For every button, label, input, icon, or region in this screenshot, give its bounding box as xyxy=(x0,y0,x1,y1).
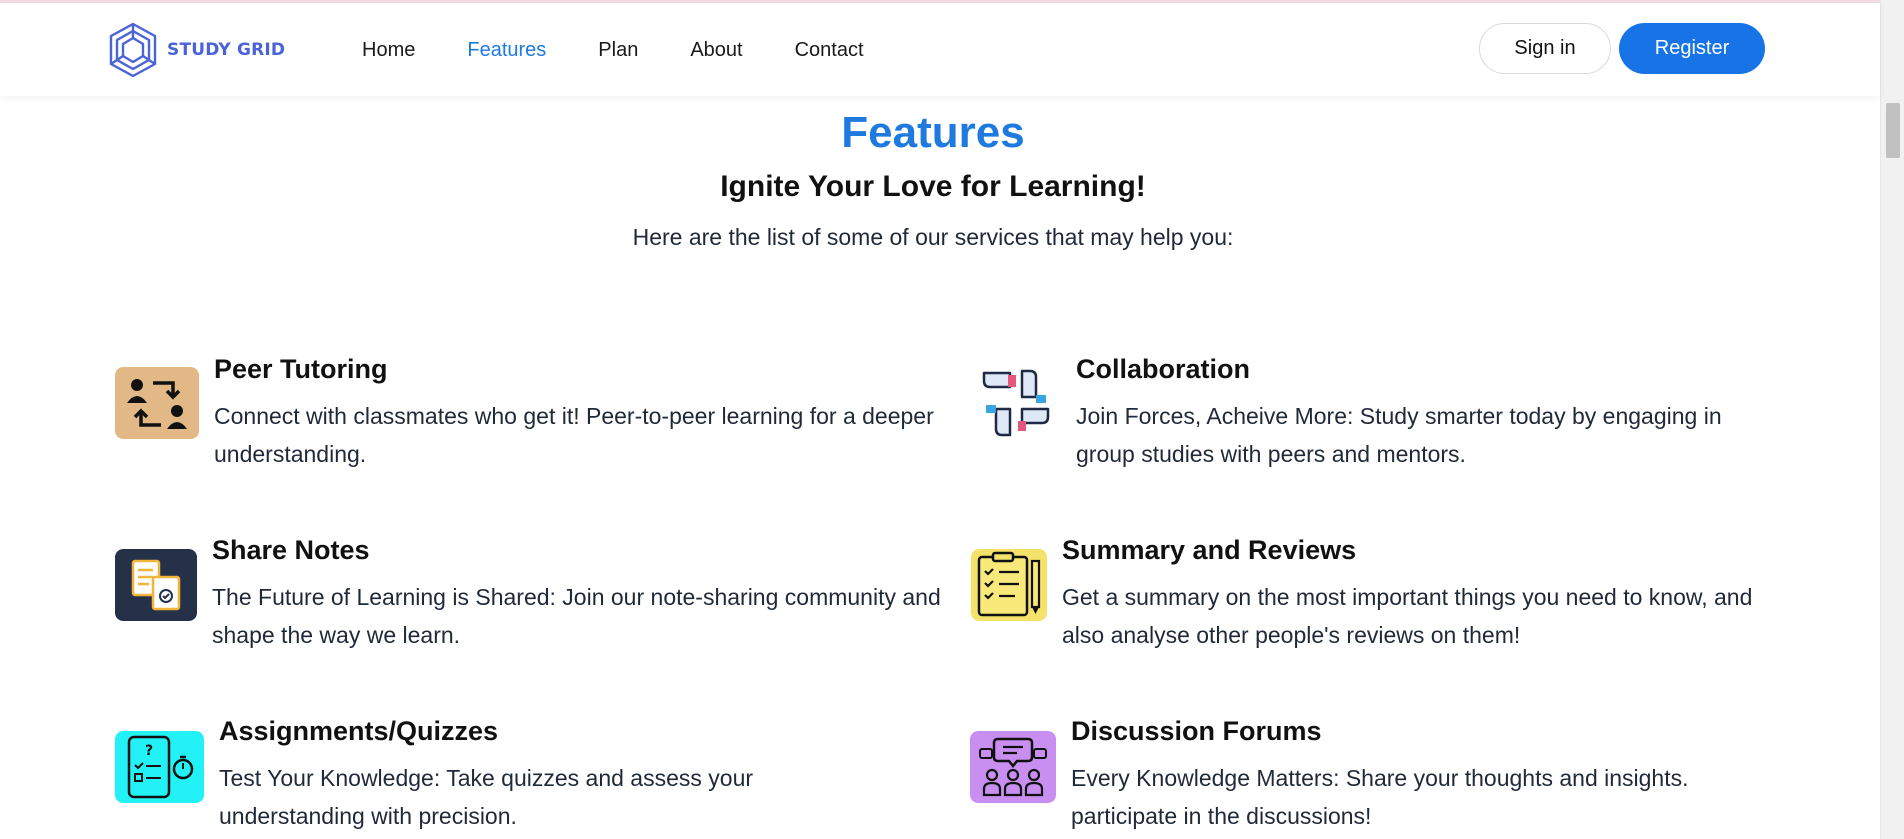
sign-in-button[interactable]: Sign in xyxy=(1479,23,1611,74)
site-header: STUDY GRID Home Features Plan About Cont… xyxy=(0,3,1880,96)
study-grid-logo-icon xyxy=(109,22,157,78)
section-title: Features xyxy=(841,108,1025,157)
feature-title: Discussion Forums xyxy=(1071,716,1322,746)
page-scrollbar[interactable] xyxy=(1880,0,1904,839)
feature-title: Share Notes xyxy=(212,535,370,565)
nav-features[interactable]: Features xyxy=(467,38,546,62)
section-subtitle: Ignite Your Love for Learning! xyxy=(720,170,1146,203)
feature-description: Test Your Knowledge: Take quizzes and as… xyxy=(219,765,754,829)
feature-title: Collaboration xyxy=(1076,354,1250,384)
feature-title: Peer Tutoring xyxy=(214,354,388,384)
summary-reviews-icon xyxy=(971,549,1047,621)
nav-about[interactable]: About xyxy=(690,38,742,62)
collaboration-icon xyxy=(978,365,1054,441)
nav-contact[interactable]: Contact xyxy=(795,38,864,62)
peer-tutoring-icon xyxy=(115,367,199,439)
nav-plan[interactable]: Plan xyxy=(598,38,638,62)
feature-title: Assignments/Quizzes xyxy=(219,716,499,746)
feature-description: Connect with classmates who get it! Peer… xyxy=(214,403,934,467)
feature-description: Every Knowledge Matters: Share your thou… xyxy=(1071,765,1689,829)
register-button[interactable]: Register xyxy=(1619,23,1765,74)
scrollbar-thumb[interactable] xyxy=(1886,103,1900,158)
feature-title: Summary and Reviews xyxy=(1062,535,1357,565)
nav-home[interactable]: Home xyxy=(362,38,415,62)
share-notes-icon xyxy=(115,549,197,621)
assignments-quizzes-icon: ? xyxy=(115,731,204,803)
brand-name: STUDY GRID xyxy=(167,40,286,60)
feature-description: Get a summary on the most important thin… xyxy=(1062,584,1753,648)
section-lead: Here are the list of some of our service… xyxy=(632,224,1234,250)
svg-text:?: ? xyxy=(145,743,153,759)
feature-description: The Future of Learning is Shared: Join o… xyxy=(212,584,941,648)
main-nav: Home Features Plan About Contact xyxy=(362,38,916,62)
brand-logo[interactable]: STUDY GRID xyxy=(106,21,285,79)
discussion-forums-icon xyxy=(970,731,1056,803)
feature-description: Join Forces, Acheive More: Study smarter… xyxy=(1076,403,1722,467)
